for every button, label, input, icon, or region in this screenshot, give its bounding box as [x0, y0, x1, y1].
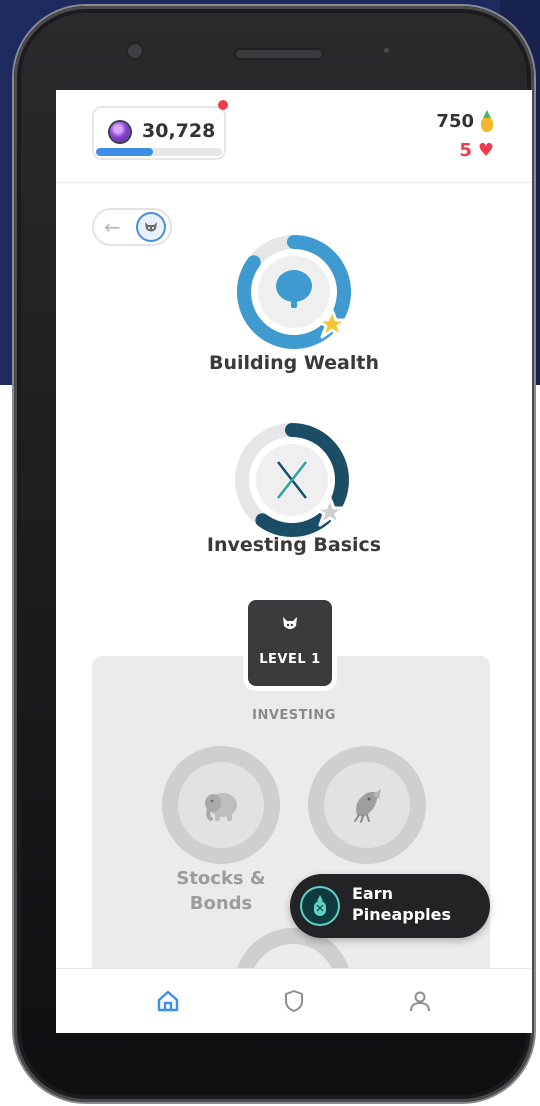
profile-icon — [410, 991, 430, 1012]
fish-icon — [354, 789, 381, 823]
nav-shield[interactable] — [274, 983, 314, 1019]
gem-balance: 30,728 — [142, 120, 216, 142]
earn-pineapples-label: Earn Pineapples — [352, 884, 451, 926]
lesson-title-stocks-bonds[interactable]: Stocks & Bonds — [151, 866, 291, 916]
gem-progress-fill — [96, 148, 153, 156]
top-header: 30,728 750 5 ♥ — [56, 90, 532, 183]
pineapple-badge-icon — [302, 888, 338, 924]
proximity-sensor — [384, 48, 389, 53]
lesson-inner — [324, 762, 410, 848]
earn-label-line1: Earn — [352, 884, 394, 903]
heart-icon: ♥ — [477, 139, 494, 161]
lesson-locked-fish[interactable] — [308, 746, 426, 864]
app-screen: 30,728 750 5 ♥ ← Building Wealth Investi… — [56, 90, 532, 1033]
hearts-count: 5 — [459, 140, 472, 161]
nav-profile[interactable] — [400, 983, 440, 1019]
lesson-inner — [178, 762, 264, 848]
level-badge: LEVEL 1 — [248, 600, 332, 686]
course-title-building-wealth[interactable]: Building Wealth — [56, 352, 532, 374]
wolf-icon — [145, 222, 157, 232]
hearts-counter[interactable]: 5 ♥ — [459, 140, 494, 161]
home-icon — [157, 990, 179, 1012]
lesson-stocks-bonds[interactable] — [162, 746, 280, 864]
nav-home[interactable] — [148, 983, 188, 1019]
gem-icon — [110, 122, 130, 142]
level-label: LEVEL 1 — [259, 652, 321, 667]
lesson-title-line2: Bonds — [189, 893, 253, 915]
gem-progress-bar — [96, 148, 222, 156]
pineapple-counter[interactable]: 750 — [436, 110, 494, 132]
wolf-icon — [248, 616, 332, 636]
shield-icon — [285, 990, 303, 1012]
lesson-title-line1: Stocks & — [176, 868, 266, 889]
earpiece-speaker — [234, 48, 324, 60]
back-arrow-icon: ← — [104, 215, 121, 239]
earn-pineapples-button[interactable]: Earn Pineapples — [290, 874, 490, 938]
course-ring-building-wealth[interactable] — [232, 230, 356, 354]
pineapple-count: 750 — [436, 110, 474, 132]
back-button[interactable]: ← — [92, 208, 172, 246]
earn-label-line2: Pineapples — [352, 904, 452, 924]
pineapple-icon — [480, 110, 494, 132]
front-camera — [128, 44, 142, 58]
section-label: INVESTING — [252, 708, 336, 723]
avatar — [138, 214, 164, 240]
bottom-navigation — [56, 968, 532, 1033]
phone-frame: 30,728 750 5 ♥ ← Building Wealth Investi… — [14, 6, 534, 1102]
notification-dot — [218, 100, 228, 110]
gem-balance-card[interactable]: 30,728 — [92, 106, 226, 160]
elephant-icon — [205, 793, 237, 821]
course-title-investing-basics[interactable]: Investing Basics — [56, 534, 532, 556]
course-ring-investing-basics[interactable] — [230, 418, 354, 542]
